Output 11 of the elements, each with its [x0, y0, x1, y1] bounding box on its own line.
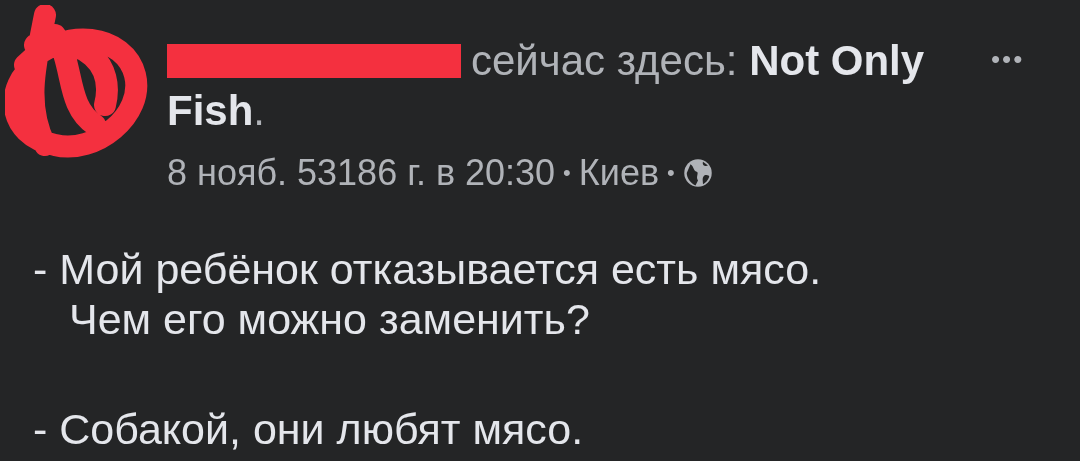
separator-dot: • — [667, 160, 675, 186]
post-location: Киев — [578, 152, 660, 194]
post-text-line: Чем его можно заменить? — [68, 294, 591, 344]
post-date: 8 нояб. 53186 г. в 20:30 — [167, 152, 556, 194]
separator-dot: • — [563, 160, 571, 186]
more-options-button[interactable]: ••• — [987, 40, 1029, 79]
post-text-line: - Собакой, они любят мясо. — [33, 404, 585, 454]
post-headline-line: сейчас здесь: Not Only — [471, 36, 925, 86]
post-text-line: - Мой ребёнок отказывается есть мясо. — [33, 244, 823, 294]
post-headline-line: Fish. — [167, 86, 265, 136]
globe-icon — [682, 158, 713, 188]
